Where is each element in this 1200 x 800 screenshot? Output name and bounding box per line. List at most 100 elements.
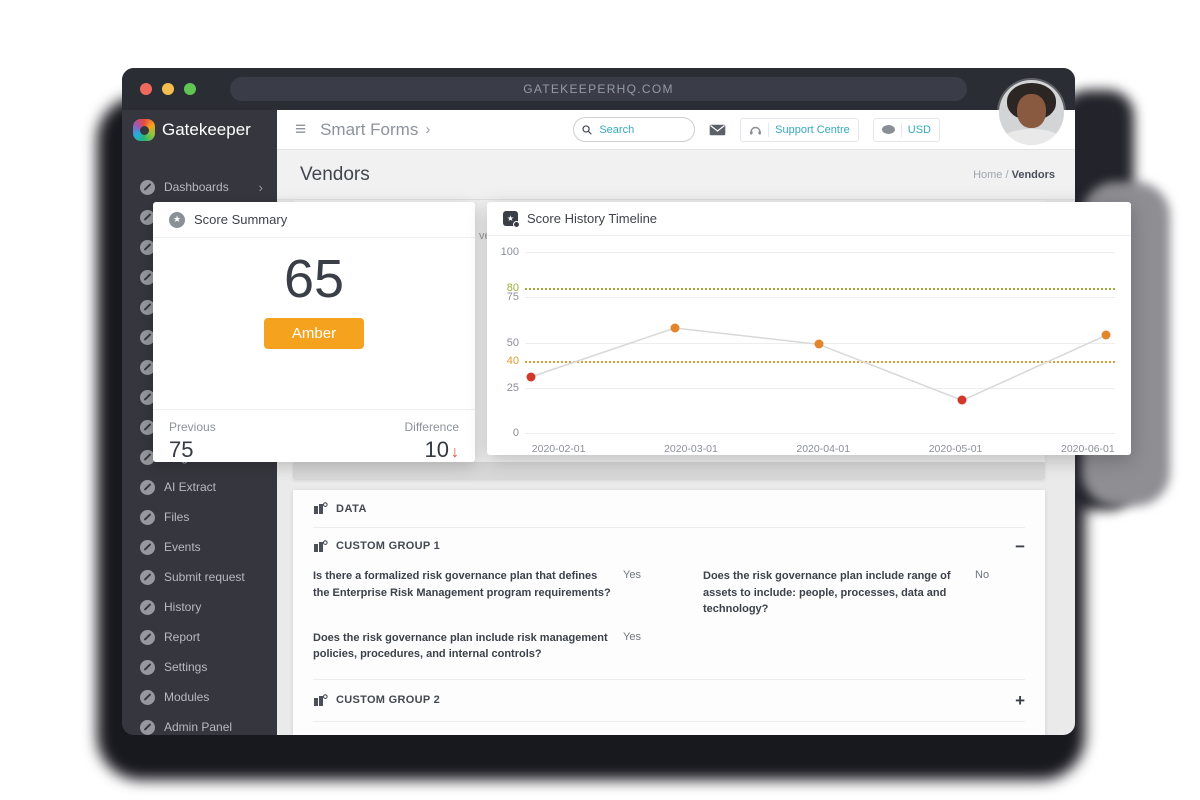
custom-group-3-header[interactable]: CUSTOM GROUP 3 +	[313, 722, 1025, 736]
previous-value: 75	[169, 437, 216, 463]
empty-cell	[975, 630, 1025, 663]
user-avatar[interactable]	[999, 80, 1064, 145]
data-point-2020-06-01[interactable]	[1102, 331, 1111, 340]
breadcrumb-trail: Home / Vendors	[973, 169, 1055, 181]
breadcrumb[interactable]: Smart Forms	[320, 120, 418, 140]
support-centre-label: Support Centre	[775, 124, 850, 136]
collapse-icon[interactable]: −	[1015, 538, 1025, 555]
expand-icon[interactable]: +	[1015, 734, 1025, 736]
brand-logo[interactable]: Gatekeeper	[122, 110, 277, 150]
minimize-window-icon[interactable]	[162, 83, 174, 95]
browser-chrome: GATEKEEPERHQ.COM	[122, 68, 1075, 110]
sidebar-item-modules[interactable]: Modules	[122, 682, 277, 712]
y-axis-tick: 0	[489, 427, 519, 439]
search-input[interactable]	[597, 123, 686, 137]
brand-name: Gatekeeper	[162, 120, 251, 140]
gauge-icon	[140, 600, 155, 615]
gauge-icon	[140, 510, 155, 525]
sidebar-item-submit-request[interactable]: Submit request	[122, 562, 277, 592]
sidebar-item-dashboards[interactable]: Dashboards ›	[122, 172, 277, 202]
gridline-0	[525, 433, 1115, 434]
previous-label: Previous	[169, 420, 216, 434]
custom-group-2-header[interactable]: CUSTOM GROUP 2 +	[313, 680, 1025, 722]
screenshot-stage: GATEKEEPERHQ.COM Gatekeeper Dashboards ›	[0, 0, 1200, 800]
question-text: Is there a formalized risk governance pl…	[313, 568, 613, 618]
divider	[768, 123, 769, 137]
gauge-icon	[140, 660, 155, 675]
search-icon	[582, 124, 592, 136]
score-summary-footer: Previous 75 Difference 10↓	[153, 409, 475, 475]
data-point-2020-05-01[interactable]	[958, 396, 967, 405]
expand-icon[interactable]: +	[1015, 692, 1025, 709]
currency-label: USD	[908, 124, 931, 136]
sidebar-item-label: Dashboards	[164, 180, 229, 194]
currency-button[interactable]: USD	[873, 118, 940, 142]
sidebar-item-ai-extract[interactable]: AI Extract	[122, 472, 277, 502]
breadcrumb-home[interactable]: Home /	[973, 169, 1008, 181]
difference-value: 10↓	[405, 437, 459, 463]
y-axis-tick: 100	[489, 246, 519, 258]
answer-text: Yes	[623, 568, 693, 618]
star-badge-icon: ★	[503, 211, 518, 226]
score-summary-body: 65 Amber	[153, 252, 475, 409]
difference-label: Difference	[405, 420, 459, 434]
qa-grid: Is there a formalized risk governance pl…	[313, 564, 1025, 680]
window-controls	[140, 83, 196, 95]
url-bar[interactable]: GATEKEEPERHQ.COM	[230, 77, 967, 101]
mail-button[interactable]	[709, 124, 726, 136]
answer-text: Yes	[623, 630, 693, 663]
sidebar-item-events[interactable]: Events	[122, 532, 277, 562]
question-text: Does the risk governance plan include ri…	[313, 630, 613, 663]
difference-block: Difference 10↓	[405, 420, 459, 475]
score-history-header: ★ Score History Timeline	[487, 202, 1131, 236]
search-box[interactable]	[573, 117, 695, 142]
sidebar-item-history[interactable]: History	[122, 592, 277, 622]
data-panel: DATA CUSTOM GROUP 1 − I	[293, 490, 1045, 735]
close-window-icon[interactable]	[140, 83, 152, 95]
star-circle-icon: ★	[169, 212, 185, 228]
status-badge[interactable]: Amber	[264, 318, 364, 349]
previous-score-block: Previous 75	[169, 420, 216, 475]
gatekeeper-logo-icon	[133, 119, 155, 141]
avatar-shirt-graphic	[1003, 129, 1060, 145]
sidebar-item-files[interactable]: Files	[122, 502, 277, 532]
data-point-2020-02-01[interactable]	[526, 372, 535, 381]
chevron-right-icon: ›	[259, 180, 263, 195]
gauge-icon	[140, 570, 155, 585]
support-centre-button[interactable]: Support Centre	[740, 118, 859, 142]
avatar-face-graphic	[1017, 94, 1046, 128]
chevron-right-icon: ›	[425, 121, 430, 138]
sidebar-item-report[interactable]: Report	[122, 622, 277, 652]
headset-icon	[749, 124, 762, 136]
custom-group-1-label: CUSTOM GROUP 1	[336, 540, 440, 552]
hamburger-menu-icon[interactable]: ≡	[295, 120, 306, 139]
divider	[901, 123, 902, 137]
gauge-icon	[140, 480, 155, 495]
arrow-down-icon: ↓	[451, 444, 459, 461]
sidebar-item-settings[interactable]: Settings	[122, 652, 277, 682]
sidebar-item-admin-panel[interactable]: Admin Panel	[122, 712, 277, 735]
data-section-title: DATA	[336, 503, 367, 515]
x-axis-tick: 2020-04-01	[796, 443, 850, 455]
zoom-window-icon[interactable]	[184, 83, 196, 95]
empty-cell	[703, 630, 965, 663]
envelope-icon	[709, 124, 726, 136]
y-axis-tick: 40	[489, 355, 519, 367]
answer-text: No	[975, 568, 1025, 618]
y-axis-tick: 50	[489, 337, 519, 349]
page-title: Vendors	[300, 164, 370, 186]
url-text: GATEKEEPERHQ.COM	[523, 82, 674, 96]
score-history-card: ★ Score History Timeline 025507510040802…	[487, 202, 1131, 455]
page-header: Vendors Home / Vendors	[277, 150, 1075, 200]
data-point-2020-03-01[interactable]	[670, 324, 679, 333]
custom-group-1-header[interactable]: CUSTOM GROUP 1 −	[313, 528, 1025, 564]
data-group-icon	[313, 502, 328, 515]
current-score-value: 65	[153, 252, 475, 306]
data-section-header: DATA	[313, 490, 1025, 528]
score-summary-title: Score Summary	[194, 212, 287, 227]
data-point-2020-04-01[interactable]	[814, 340, 823, 349]
x-axis-tick: 2020-03-01	[664, 443, 718, 455]
gauge-icon	[140, 690, 155, 705]
x-axis-tick: 2020-05-01	[929, 443, 983, 455]
score-history-plot: 025507510040802020-02-012020-03-012020-0…	[525, 252, 1115, 433]
